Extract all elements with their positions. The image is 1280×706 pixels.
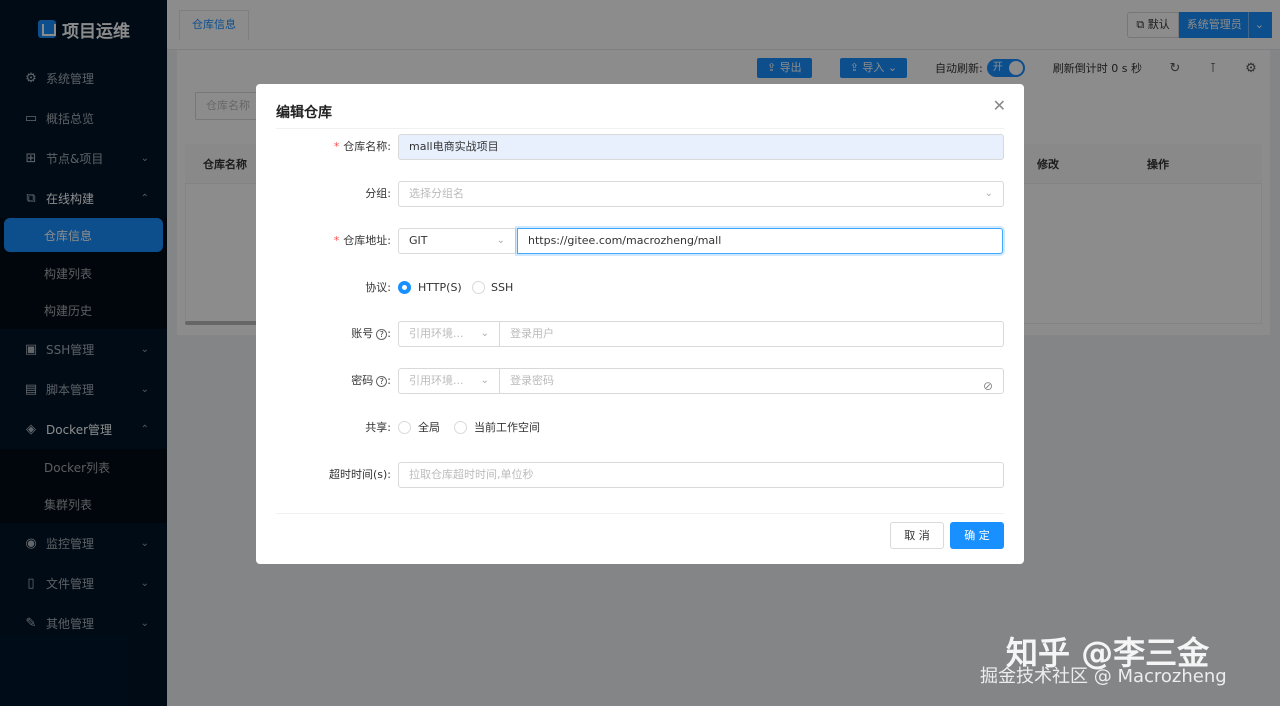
modal-title: 编辑仓库 [276,105,332,121]
row-protocol: 协议: HTTP(S) SSH [256,275,1024,301]
row-repo-name: * 仓库名称: mall电商实战项目 [256,134,1024,160]
share-current-label[interactable]: 当前工作空间 [474,415,540,441]
account-label: 账号?: [351,327,391,340]
close-icon[interactable]: ✕ [993,96,1006,115]
chevron-down-icon: ⌄ [480,328,489,339]
question-icon: ? [376,376,388,387]
account-env-select[interactable]: 引用环境... ⌄ [398,321,500,347]
share-global-radio[interactable] [398,421,411,434]
row-repo-address: * 仓库地址: GIT ⌄ https://gitee.com/macrozhen… [256,228,1024,254]
timeout-input[interactable]: 拉取仓库超时时间,单位秒 [398,462,1004,488]
watermark-juejin: 掘金技术社区 @ Macrozheng [980,666,1227,687]
chevron-down-icon: ⌄ [496,235,505,246]
protocol-ssh-label[interactable]: SSH [491,275,513,301]
repo-address-label: * 仓库地址: [333,234,391,247]
chevron-down-icon: ⌄ [984,188,993,199]
row-share: 共享: 全局 当前工作空间 [256,415,1024,441]
row-password: 密码?: 引用环境... ⌄ 登录密码 ⊘ [256,368,1024,394]
repo-url-input[interactable]: https://gitee.com/macrozheng/mall [517,228,1003,254]
row-group: 分组: 选择分组名 ⌄ [256,181,1024,207]
group-label: 分组: [365,187,391,200]
modal-divider [276,128,1004,129]
group-select[interactable]: 选择分组名 ⌄ [398,181,1004,207]
password-input[interactable]: 登录密码 ⊘ [499,368,1004,394]
share-label: 共享: [365,421,391,434]
protocol-http-label[interactable]: HTTP(S) [418,275,462,301]
chevron-down-icon: ⌄ [480,375,489,386]
share-global-label[interactable]: 全局 [418,415,440,441]
row-timeout: 超时时间(s): 拉取仓库超时时间,单位秒 [256,462,1024,488]
password-label: 密码?: [351,374,391,387]
repo-name-label: * 仓库名称: [333,140,391,153]
question-icon: ? [376,329,388,340]
ok-button[interactable]: 确 定 [950,522,1004,549]
protocol-label: 协议: [365,281,391,294]
cancel-button[interactable]: 取 消 [890,522,944,549]
repo-name-input[interactable]: mall电商实战项目 [398,134,1004,160]
modal-footer-divider [276,513,1004,514]
share-current-radio[interactable] [454,421,467,434]
protocol-http-radio[interactable] [398,281,411,294]
row-account: 账号?: 引用环境... ⌄ 登录用户 [256,321,1024,347]
edit-repo-modal: 编辑仓库 ✕ * 仓库名称: mall电商实战项目 分组: 选择分组名 ⌄ * 仓库… [256,84,1024,564]
repo-type-select[interactable]: GIT ⌄ [398,228,516,254]
account-input[interactable]: 登录用户 [499,321,1004,347]
password-env-select[interactable]: 引用环境... ⌄ [398,368,500,394]
protocol-ssh-radio[interactable] [472,281,485,294]
timeout-label: 超时时间(s): [328,468,391,481]
eye-invisible-icon[interactable]: ⊘ [983,374,993,398]
